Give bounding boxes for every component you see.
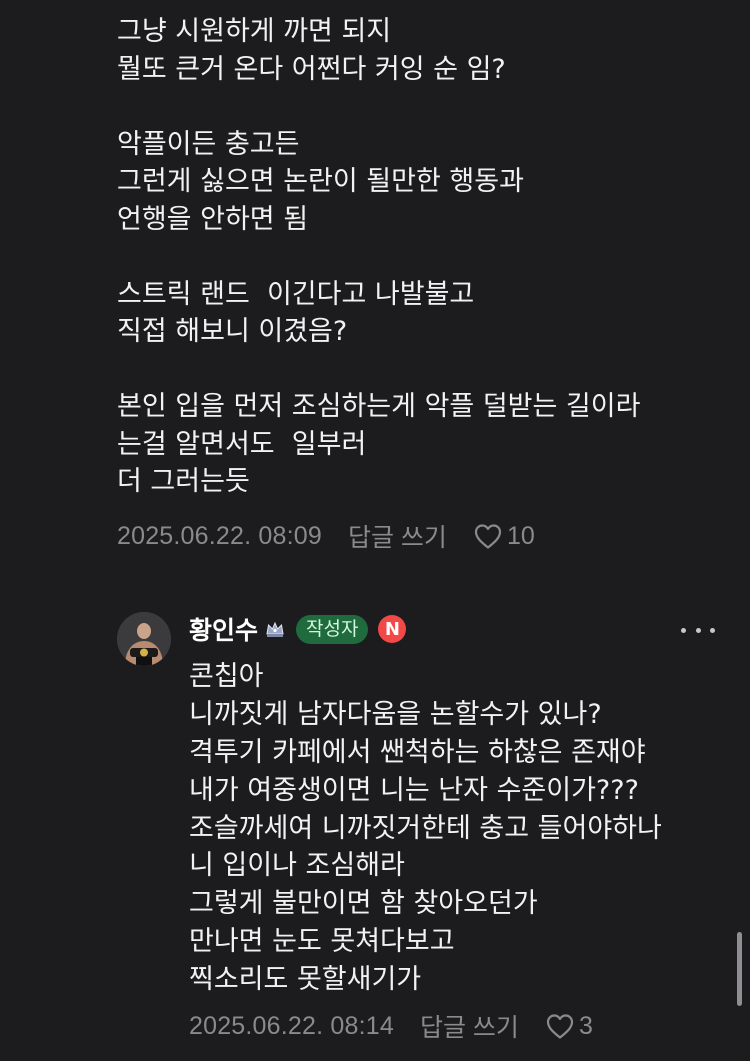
crown-badge-icon — [264, 618, 286, 640]
comment-line — [117, 238, 717, 276]
comment-text: 그냥 시원하게 까면 되지 뭘또 큰거 온다 어쩐다 커잉 순 임? 악플이든 … — [117, 13, 717, 501]
comment-line: 내가 여중생이면 니는 난자 수준이가??? — [189, 774, 639, 806]
comment-line: 언행을 안하면 됨 — [117, 203, 309, 235]
comment-line: 그런게 싫으면 논란이 될만한 행동과 — [117, 166, 524, 197]
more-options-button[interactable] — [681, 616, 715, 644]
dot-icon — [695, 627, 701, 633]
comment-line: 격투기 카페에서 쌘척하는 하찮은 존재야 — [189, 736, 646, 768]
avatar[interactable] — [117, 612, 171, 666]
comment-line: 찍소리도 못할새기가 — [189, 964, 422, 996]
comment-line: 는걸 알면서도 일부러 — [117, 428, 367, 460]
comment-line: 조슬까세여 니까짓거한테 충고 들어야하나 — [189, 812, 662, 844]
heart-icon — [474, 524, 502, 549]
comment-text: 콘칩아 니까짓게 남자다움을 논할수가 있나? 격투기 카페에서 쌘척하는 하찮… — [189, 658, 729, 999]
comment-line: 니 입이나 조심해라 — [189, 850, 405, 882]
comment-meta: 2025.06.22. 08:09 답글 쓰기 10 — [117, 518, 535, 554]
comment-line: 그냥 시원하게 까면 되지 — [117, 16, 392, 47]
new-badge: N — [378, 615, 407, 643]
like-button[interactable]: 10 — [473, 522, 535, 551]
reply-button[interactable]: 답글 쓰기 — [348, 518, 447, 554]
comment-line: 더 그러는듯 — [117, 466, 250, 497]
comment-line: 본인 입을 먼저 조심하는게 악플 덜받는 길이라 — [117, 391, 641, 422]
scrollbar[interactable] — [737, 932, 742, 1006]
comment-line — [117, 351, 717, 389]
like-count: 10 — [506, 521, 535, 550]
comment-line: 뭘또 큰거 온다 어쩐다 커잉 순 임? — [117, 53, 506, 85]
comment-line: 그렇게 불만이면 함 찾아오던가 — [189, 888, 538, 920]
dot-icon — [710, 627, 715, 633]
comment-line: 만나면 눈도 못쳐다보고 — [189, 926, 455, 958]
avatar-photo — [117, 612, 171, 666]
comment-date: 2025.06.22. 08:14 — [189, 1011, 394, 1040]
comment-line — [117, 88, 717, 126]
like-count: 3 — [578, 1011, 593, 1040]
dot-icon — [681, 627, 686, 633]
comment-line: 직접 해보니 이겼음? — [117, 316, 348, 347]
comment-meta: 2025.06.22. 08:14 답글 쓰기 3 — [189, 1008, 593, 1044]
comment-date: 2025.06.22. 08:09 — [117, 521, 322, 550]
reply-button[interactable]: 답글 쓰기 — [420, 1008, 519, 1044]
comment-line: 콘칩아 — [189, 661, 264, 692]
writer-badge: 작성자 — [296, 614, 369, 644]
author-row: 황인수 작성자 N — [189, 611, 407, 647]
author-name[interactable]: 황인수 — [189, 611, 258, 647]
comment-line: 악플이든 충고든 — [117, 128, 300, 160]
heart-icon — [546, 1014, 574, 1039]
like-button[interactable]: 3 — [545, 1012, 593, 1041]
comment-line: 스트릭 랜드 이긴다고 나발불고 — [117, 278, 475, 310]
comment-line: 니까짓게 남자다움을 논할수가 있나? — [189, 698, 602, 730]
comment-thread: 그냥 시원하게 까면 되지 뭘또 큰거 온다 어쩐다 커잉 순 임? 악플이든 … — [0, 0, 750, 1061]
